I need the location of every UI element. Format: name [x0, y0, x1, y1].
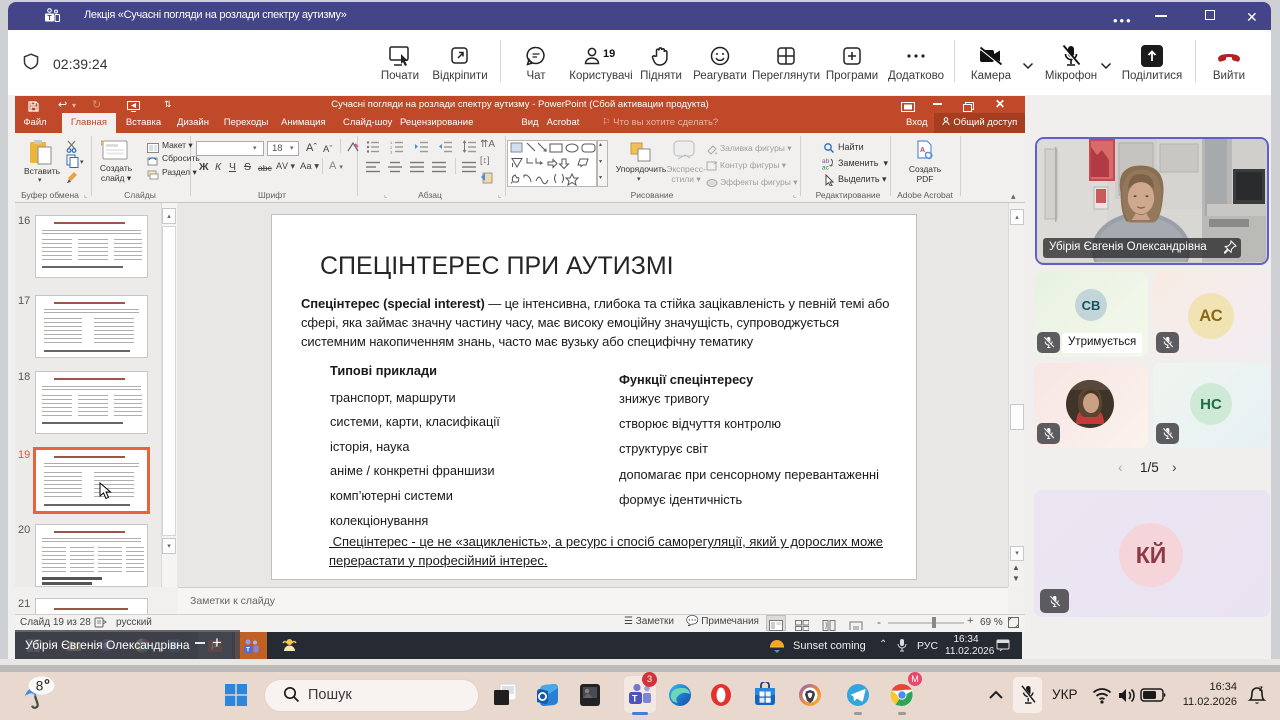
svg-text:z: z [1259, 684, 1263, 693]
svg-text:T: T [632, 694, 638, 704]
svg-text:19: 19 [603, 48, 615, 60]
svg-text:A: A [920, 147, 925, 154]
svg-text:8: 8 [36, 679, 44, 694]
svg-text:T: T [47, 15, 52, 22]
svg-text:3: 3 [390, 150, 393, 155]
svg-text:T: T [246, 647, 250, 654]
svg-text:ac: ac [822, 165, 830, 171]
